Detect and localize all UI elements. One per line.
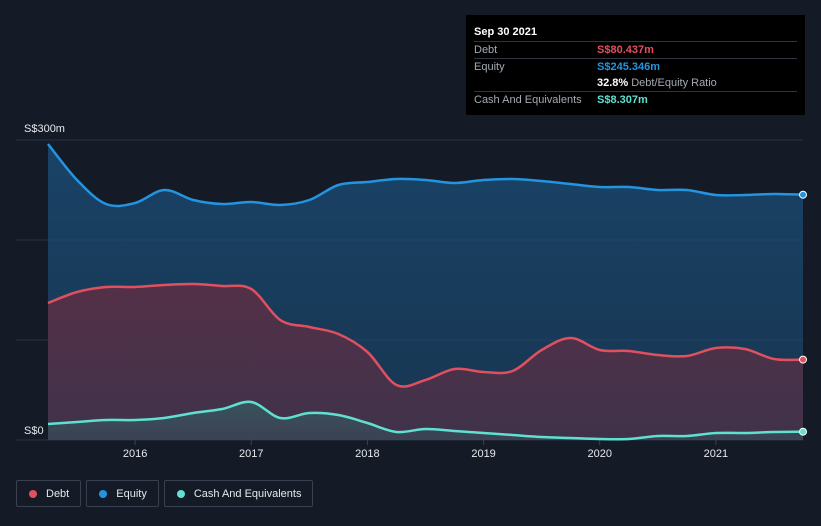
legend-label-equity: Equity <box>116 487 147 500</box>
data-tooltip: Sep 30 2021 Debt S$80.437m Equity S$245.… <box>466 15 805 115</box>
legend-label-debt: Debt <box>46 487 70 500</box>
equity-end-marker[interactable] <box>799 190 807 199</box>
tooltip-equity-value: S$245.346m <box>597 61 660 73</box>
y-tick-label-300: S$300m <box>24 123 65 135</box>
debt-end-marker[interactable] <box>799 355 807 364</box>
x-tick-label-2017: 2017 <box>239 448 263 460</box>
tooltip-equity-row: Equity S$245.346m <box>474 58 797 75</box>
tooltip-ratio-value: 32.8% <box>597 77 629 89</box>
tooltip-ratio-label: Debt/Equity Ratio <box>631 77 717 89</box>
legend-item-equity[interactable]: Equity <box>86 480 159 507</box>
series-areas <box>48 144 803 440</box>
legend-label-cash: Cash And Equivalents <box>193 487 302 500</box>
tooltip-ratio-row: 32.8% Debt/Equity Ratio <box>474 75 797 91</box>
tooltip-debt-label: Debt <box>474 44 498 56</box>
x-tick-label-2021: 2021 <box>704 448 728 460</box>
legend-dot-debt-icon <box>29 489 37 498</box>
tooltip-equity-label: Equity <box>474 61 505 73</box>
legend-item-cash[interactable]: Cash And Equivalents <box>163 480 314 507</box>
tooltip-debt-value: S$80.437m <box>597 44 654 56</box>
legend-item-debt[interactable]: Debt <box>16 480 82 507</box>
y-tick-label-0: S$0 <box>24 425 44 437</box>
cash-end-marker[interactable] <box>799 427 807 436</box>
x-tick-label-2016: 2016 <box>123 448 147 460</box>
tooltip-cash-row: Cash And Equivalents S$8.307m <box>474 91 797 108</box>
chart-legend: Debt Equity Cash And Equivalents <box>16 480 314 507</box>
x-tick-label-2018: 2018 <box>355 448 379 460</box>
x-tick-label-2020: 2020 <box>587 448 611 460</box>
legend-dot-equity-icon <box>99 489 108 498</box>
tooltip-debt-row: Debt S$80.437m <box>474 41 797 58</box>
x-tick-label-2019: 2019 <box>471 448 495 460</box>
tooltip-cash-value: S$8.307m <box>597 94 648 106</box>
tooltip-cash-label: Cash And Equivalents <box>474 94 582 106</box>
legend-dot-cash-icon <box>176 489 185 498</box>
tooltip-date: Sep 30 2021 <box>474 26 537 38</box>
